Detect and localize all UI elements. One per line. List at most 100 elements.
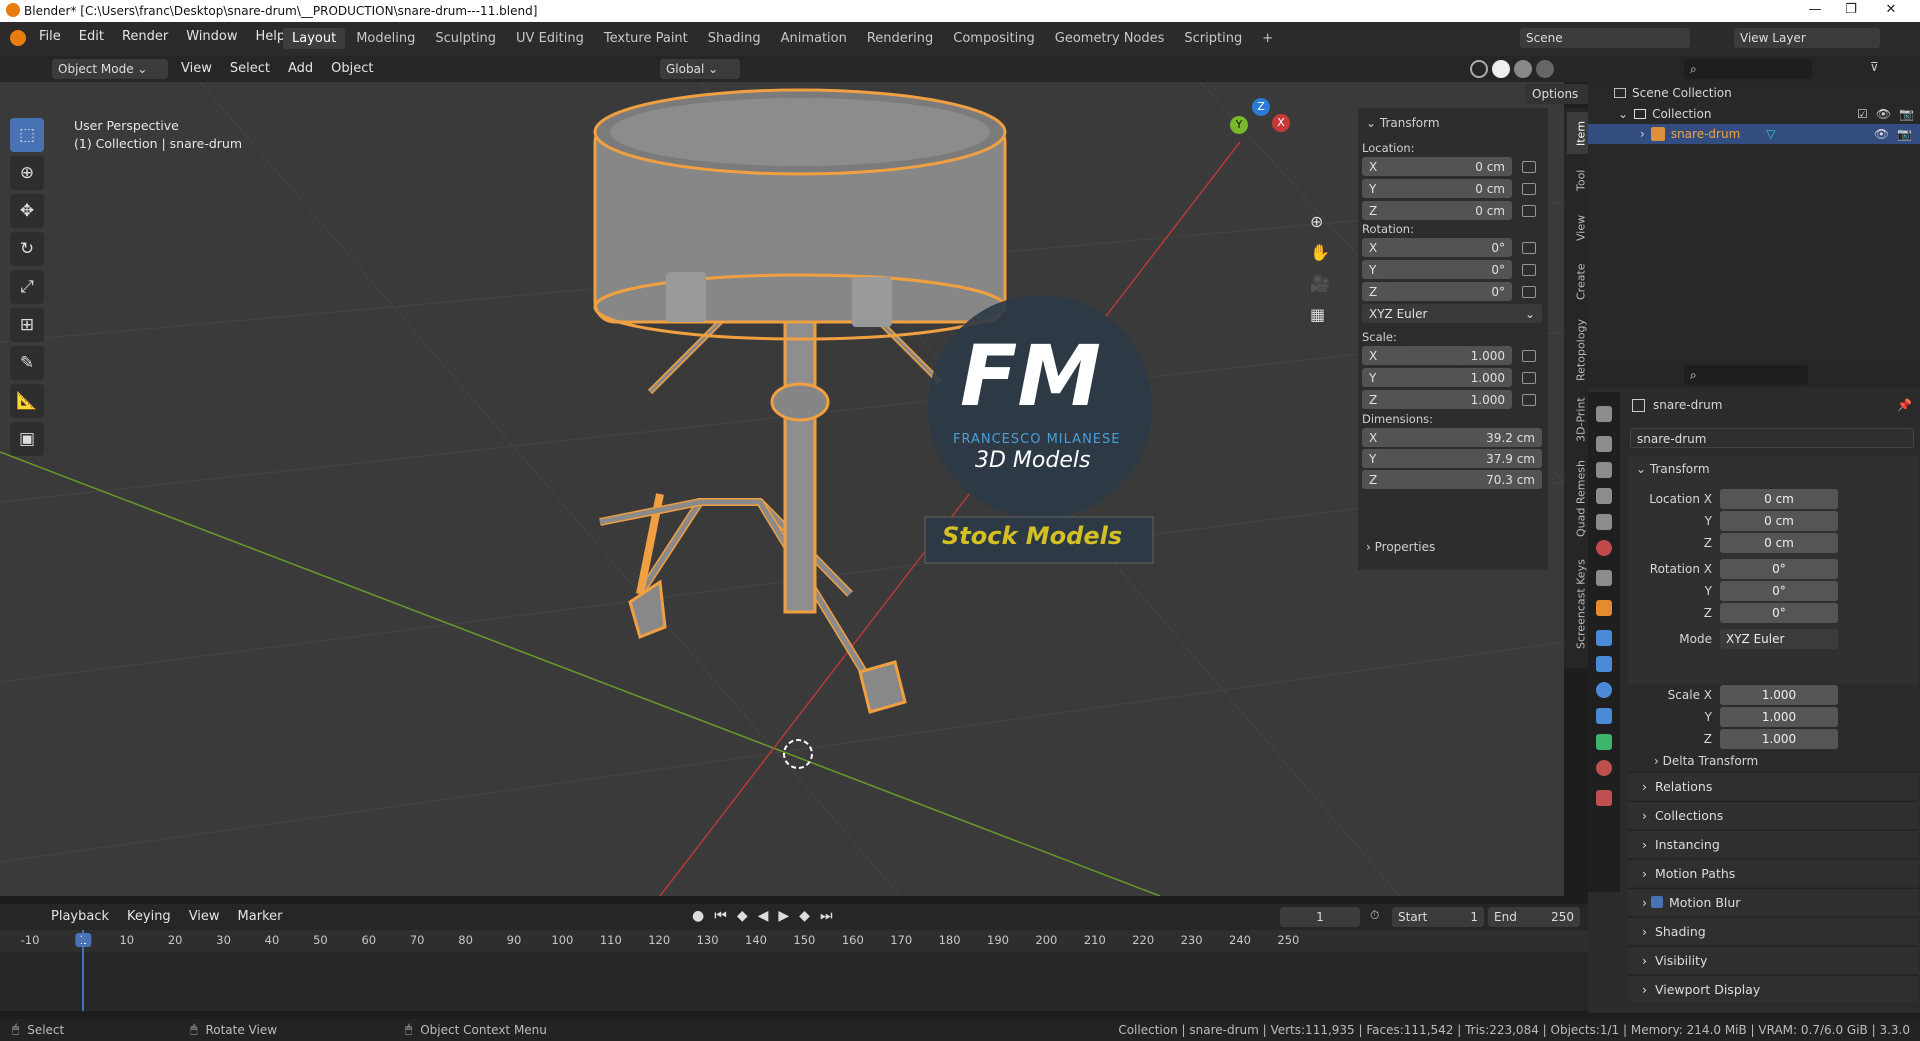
lock-icon[interactable] <box>1522 371 1536 384</box>
navigation-gizmo[interactable]: Z Y X <box>1230 98 1328 182</box>
lock-icon[interactable] <box>1522 285 1536 298</box>
solid-shading-icon[interactable] <box>1492 60 1510 78</box>
properties-search-input[interactable]: ⌕ <box>1684 365 1808 385</box>
checkbox-icon[interactable]: ☑ <box>1857 107 1868 121</box>
collection-properties-icon[interactable] <box>1596 570 1612 586</box>
render-properties-icon[interactable] <box>1596 436 1612 452</box>
pan-hand-icon[interactable]: ✋ <box>1310 243 1330 262</box>
npanel-properties-header[interactable]: › Properties <box>1366 540 1435 554</box>
tab-layout[interactable]: Layout <box>283 28 346 49</box>
lock-icon[interactable] <box>1522 160 1536 173</box>
tab-sculpting[interactable]: Sculpting <box>426 28 505 49</box>
camera-view-icon[interactable]: 🎥 <box>1310 274 1330 293</box>
current-frame-field[interactable]: 1 <box>1280 907 1360 927</box>
playhead[interactable] <box>82 930 85 1011</box>
texture-properties-icon[interactable] <box>1596 790 1612 806</box>
camera-icon[interactable]: 📷 <box>1899 107 1914 121</box>
rendered-shading-icon[interactable] <box>1536 60 1554 78</box>
tab-uv-editing[interactable]: UV Editing <box>507 28 593 49</box>
move-tool-icon[interactable]: ✥ <box>10 194 44 228</box>
blender-menu-icon[interactable] <box>10 30 26 46</box>
rotate-tool-icon[interactable]: ↻ <box>10 232 44 266</box>
cursor-tool-icon[interactable]: ⊕ <box>10 156 44 190</box>
rotation-x-field[interactable]: X 0° <box>1362 238 1512 257</box>
jump-end-icon[interactable]: ⏭ <box>820 908 833 924</box>
tab-compositing[interactable]: Compositing <box>944 28 1044 49</box>
dimension-x-field[interactable]: X 39.2 cm <box>1362 428 1542 447</box>
select-box-tool-icon[interactable]: ⬚ <box>10 118 44 152</box>
outliner-collection-row[interactable]: ⌄ Collection ☑ 👁 📷 <box>1618 107 1914 121</box>
jump-start-icon[interactable]: ⏮ <box>714 908 727 924</box>
prop-rotation-z-field[interactable]: 0° <box>1720 603 1838 623</box>
constraints-properties-icon[interactable] <box>1596 708 1612 724</box>
timeline-menu-marker[interactable]: Marker <box>229 909 292 924</box>
outliner-object-row[interactable]: › snare-drum ▽ 👁 📷 <box>1588 124 1920 144</box>
timeline-ruler[interactable]: -101102030405060708090100110120130140150… <box>0 930 1588 952</box>
location-z-field[interactable]: Z 0 cm <box>1362 201 1512 220</box>
physics-properties-icon[interactable] <box>1596 682 1612 698</box>
tab-modeling[interactable]: Modeling <box>347 28 424 49</box>
timeline-menu-view[interactable]: View <box>180 909 229 924</box>
section-relations[interactable]: › Relations <box>1628 772 1918 799</box>
zoom-icon[interactable]: ⊕ <box>1310 212 1330 231</box>
location-x-field[interactable]: X 0 cm <box>1362 157 1512 176</box>
rotation-mode-dropdown[interactable]: XYZ Euler <box>1720 629 1838 649</box>
menu-window[interactable]: Window <box>177 29 246 44</box>
scale-x-field[interactable]: X 1.000 <box>1362 346 1512 365</box>
lock-icon[interactable] <box>1522 241 1536 254</box>
tab-rendering[interactable]: Rendering <box>858 28 942 49</box>
camera-icon[interactable]: 📷 <box>1897 127 1912 141</box>
add-workspace-button[interactable]: + <box>1253 28 1282 49</box>
outliner-scene-collection[interactable]: Scene Collection <box>1614 86 1732 100</box>
lock-icon[interactable] <box>1522 204 1536 217</box>
start-frame-field[interactable]: Start 1 <box>1392 907 1484 927</box>
prop-rotation-y-field[interactable]: 0° <box>1720 581 1838 601</box>
viewport-menu-add[interactable]: Add <box>279 61 322 76</box>
menu-edit[interactable]: Edit <box>70 29 113 44</box>
prop-rotation-x-field[interactable]: 0° <box>1720 559 1838 579</box>
view-layer-selector[interactable]: View Layer <box>1734 28 1880 48</box>
tab-scripting[interactable]: Scripting <box>1175 28 1251 49</box>
close-button[interactable]: ✕ <box>1876 2 1906 17</box>
rotation-mode-select[interactable]: XYZ Euler ⌄ <box>1362 304 1542 323</box>
pin-icon[interactable]: 📌 <box>1897 398 1912 412</box>
tab-animation[interactable]: Animation <box>772 28 856 49</box>
material-shading-icon[interactable] <box>1514 60 1532 78</box>
end-frame-field[interactable]: End 250 <box>1488 907 1580 927</box>
prev-keyframe-icon[interactable]: ◆ <box>737 908 748 924</box>
scene-selector[interactable]: Scene <box>1520 28 1690 48</box>
eye-icon[interactable]: 👁 <box>1874 127 1889 141</box>
world-properties-icon[interactable] <box>1596 540 1612 556</box>
viewport-menu-view[interactable]: View <box>172 61 221 76</box>
scene-properties-icon[interactable] <box>1596 514 1612 530</box>
object-properties-icon[interactable] <box>1596 600 1612 616</box>
minimize-button[interactable]: — <box>1800 2 1830 17</box>
dimension-z-field[interactable]: Z 70.3 cm <box>1362 470 1542 489</box>
lock-icon[interactable] <box>1522 393 1536 406</box>
tab-texture-paint[interactable]: Texture Paint <box>595 28 697 49</box>
scale-z-field[interactable]: Z 1.000 <box>1362 390 1512 409</box>
stopwatch-icon[interactable]: ⏱ <box>1370 908 1379 923</box>
output-properties-icon[interactable] <box>1596 462 1612 478</box>
prop-location-y-field[interactable]: 0 cm <box>1720 511 1838 531</box>
gizmo-z-axis[interactable]: Z <box>1252 98 1270 116</box>
rotation-y-field[interactable]: Y 0° <box>1362 260 1512 279</box>
prop-scale-y-field[interactable]: 1.000 <box>1720 707 1838 727</box>
lock-icon[interactable] <box>1522 349 1536 362</box>
mesh-data-icon[interactable]: ▽ <box>1766 127 1775 141</box>
timeline-menu-playback[interactable]: Playback <box>42 909 118 924</box>
modifier-properties-icon[interactable] <box>1596 630 1612 646</box>
object-name-field[interactable]: snare-drum <box>1630 428 1914 448</box>
section-motion-paths[interactable]: › Motion Paths <box>1628 859 1918 886</box>
record-icon[interactable]: ● <box>692 908 704 924</box>
viewport-menu-object[interactable]: Object <box>322 61 382 76</box>
tab-shading[interactable]: Shading <box>699 28 770 49</box>
annotate-tool-icon[interactable]: ✎ <box>10 346 44 380</box>
play-icon[interactable]: ▶ <box>778 908 789 924</box>
section-instancing[interactable]: › Instancing <box>1628 830 1918 857</box>
view-layer-properties-icon[interactable] <box>1596 488 1612 504</box>
prop-location-z-field[interactable]: 0 cm <box>1720 533 1838 553</box>
menu-render[interactable]: Render <box>113 29 177 44</box>
eye-icon[interactable]: 👁 <box>1876 107 1891 121</box>
3d-viewport[interactable]: FM FRANCESCO MILANESE 3D Models Stock Mo… <box>0 82 1564 896</box>
